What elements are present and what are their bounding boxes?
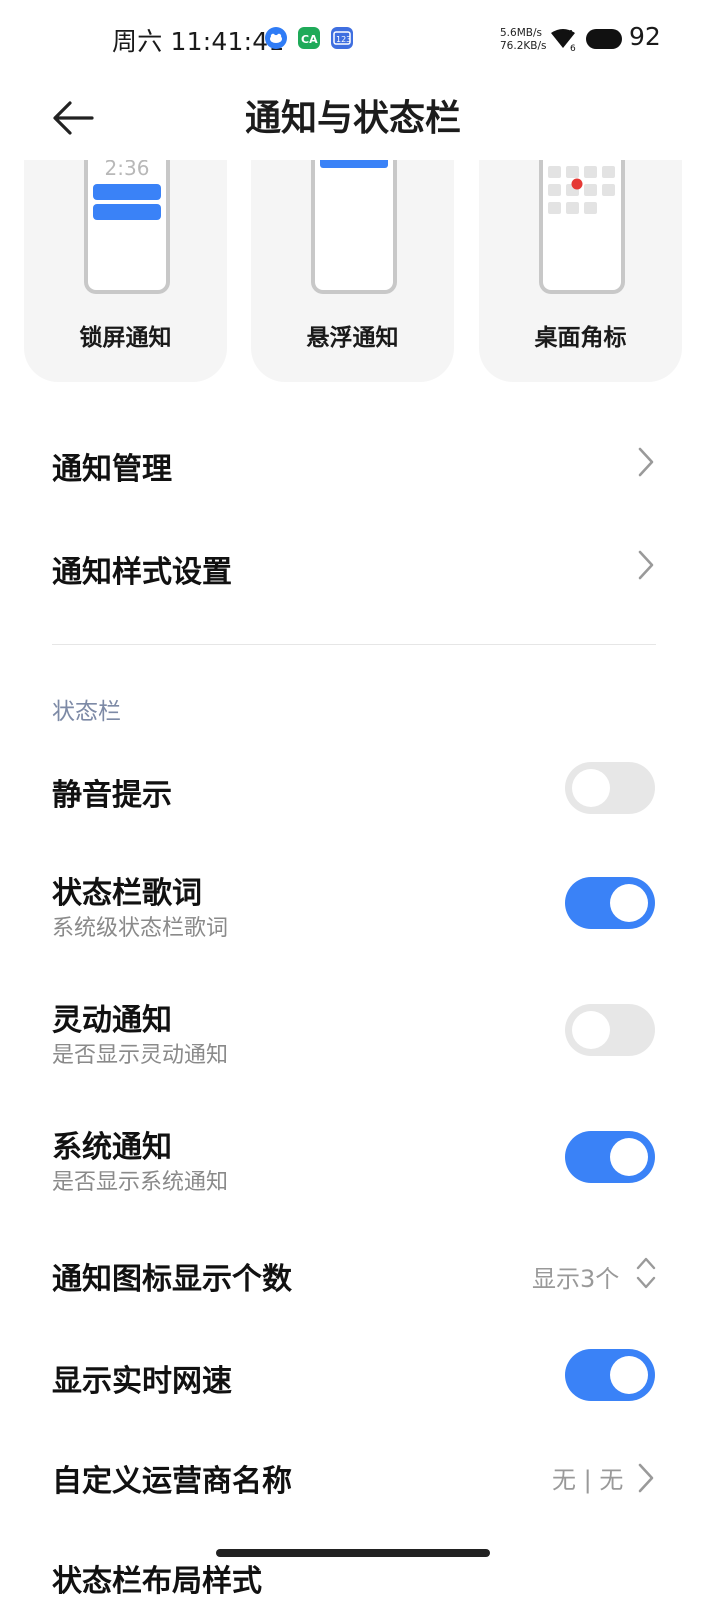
divider: [52, 644, 656, 645]
realtime-speed-toggle[interactable]: [565, 1349, 655, 1401]
row-title: 系统通知: [52, 1130, 172, 1165]
system-notification-row: 系统通知 是否显示系统通知: [0, 1112, 720, 1212]
preview-notification-bar: [320, 160, 388, 168]
card-floating-notification[interactable]: 悬浮通知: [251, 160, 454, 382]
notification-type-cards: 2:36 锁屏通知 悬浮通知 桌面角标: [0, 160, 720, 385]
battery-icon: [586, 29, 622, 49]
battery-level: 92: [629, 22, 661, 51]
row-title: 通知图标显示个数: [52, 1262, 292, 1297]
icon-count-value: 显示3个: [532, 1265, 620, 1293]
mute-hint-row: 静音提示: [0, 750, 720, 830]
toggle-knob: [572, 769, 610, 807]
home-indicator[interactable]: [216, 1549, 490, 1557]
net-speed: 5.6MB/s 76.2KB/s: [500, 27, 546, 53]
toggle-knob: [610, 1138, 648, 1176]
carrier-name-row[interactable]: 自定义运营商名称 无 | 无: [0, 1440, 720, 1520]
notification-style-row[interactable]: 通知样式设置: [0, 522, 720, 612]
carrier-name-value: 无 | 无: [552, 1466, 624, 1494]
card-label: 锁屏通知: [79, 325, 172, 351]
row-title: 显示实时网速: [52, 1364, 232, 1399]
row-title: 通知样式设置: [52, 555, 232, 590]
badge-dot: [571, 178, 583, 190]
screen: 周六 11:41:41 CA 123 5.6MB/s 76.2KB/s 6 92…: [0, 0, 720, 1600]
phone-preview: [311, 160, 397, 294]
section-label: 状态栏: [52, 699, 121, 725]
wifi-badge: 6: [570, 44, 576, 52]
card-lockscreen-notification[interactable]: 2:36 锁屏通知: [24, 160, 227, 382]
toggle-knob: [572, 1011, 610, 1049]
preview-notification-bar: [93, 184, 161, 200]
svg-text:123: 123: [336, 35, 351, 44]
row-title: 灵动通知: [52, 1003, 172, 1038]
row-title: 静音提示: [52, 778, 172, 813]
notification-management-row[interactable]: 通知管理: [0, 420, 720, 510]
toggle-knob: [610, 884, 648, 922]
chevron-right-icon: [638, 550, 654, 580]
page-title: 通知与状态栏: [244, 98, 461, 139]
net-speed-down: 76.2KB/s: [500, 40, 547, 52]
row-subtitle: 是否显示系统通知: [52, 1170, 229, 1195]
preview-notification-bar: [93, 204, 161, 220]
svg-text:CA: CA: [301, 33, 318, 46]
baidu-netdisk-icon: [265, 27, 287, 49]
icon-count-row[interactable]: 通知图标显示个数 显示3个: [0, 1238, 720, 1318]
wifi-icon: 6: [550, 28, 580, 56]
net-speed-up: 5.6MB/s: [500, 27, 542, 39]
status-time: 周六 11:41:41: [112, 27, 285, 56]
chevron-right-icon: [638, 447, 654, 477]
row-subtitle: 系统级状态栏歌词: [52, 916, 229, 941]
number-keyboard-icon: 123: [331, 27, 353, 49]
chevron-right-icon: [638, 1463, 654, 1493]
dynamic-notification-row: 灵动通知 是否显示灵动通知: [0, 985, 720, 1085]
status-bar: 周六 11:41:41 CA 123 5.6MB/s 76.2KB/s 6 92: [0, 0, 720, 80]
row-title: 状态栏歌词: [52, 876, 202, 911]
row-title: 自定义运营商名称: [52, 1464, 292, 1499]
card-label: 悬浮通知: [306, 325, 399, 351]
phone-preview: 2:36: [84, 160, 170, 294]
preview-clock: 2:36: [104, 160, 150, 180]
card-label: 桌面角标: [534, 325, 627, 351]
wechat-icon: CA: [298, 27, 320, 49]
row-title: 通知管理: [52, 452, 172, 487]
statusbar-lyrics-toggle[interactable]: [565, 877, 655, 929]
system-notification-toggle[interactable]: [565, 1131, 655, 1183]
statusbar-lyrics-row: 状态栏歌词 系统级状态栏歌词: [0, 858, 720, 958]
dynamic-notification-toggle[interactable]: [565, 1004, 655, 1056]
app-grid-icon: [548, 166, 615, 214]
card-desktop-badge[interactable]: 桌面角标: [479, 160, 682, 382]
realtime-speed-row: 显示实时网速: [0, 1338, 720, 1418]
mute-hint-toggle[interactable]: [565, 762, 655, 814]
row-title: 状态栏布局样式: [52, 1564, 262, 1599]
phone-preview: [539, 160, 625, 294]
toggle-knob: [610, 1356, 648, 1394]
row-subtitle: 是否显示灵动通知: [52, 1043, 229, 1068]
header: 通知与状态栏: [0, 80, 720, 160]
chevron-up-down-icon: [636, 1257, 656, 1289]
